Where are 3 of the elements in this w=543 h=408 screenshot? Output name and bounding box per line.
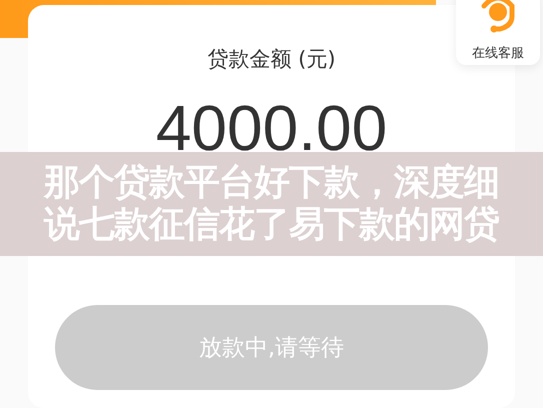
customer-service-button[interactable]: 在线客服 <box>456 0 540 65</box>
loan-amount-label: 贷款金额 (元) <box>207 46 336 73</box>
loan-amount: 4000.00 <box>156 91 388 164</box>
